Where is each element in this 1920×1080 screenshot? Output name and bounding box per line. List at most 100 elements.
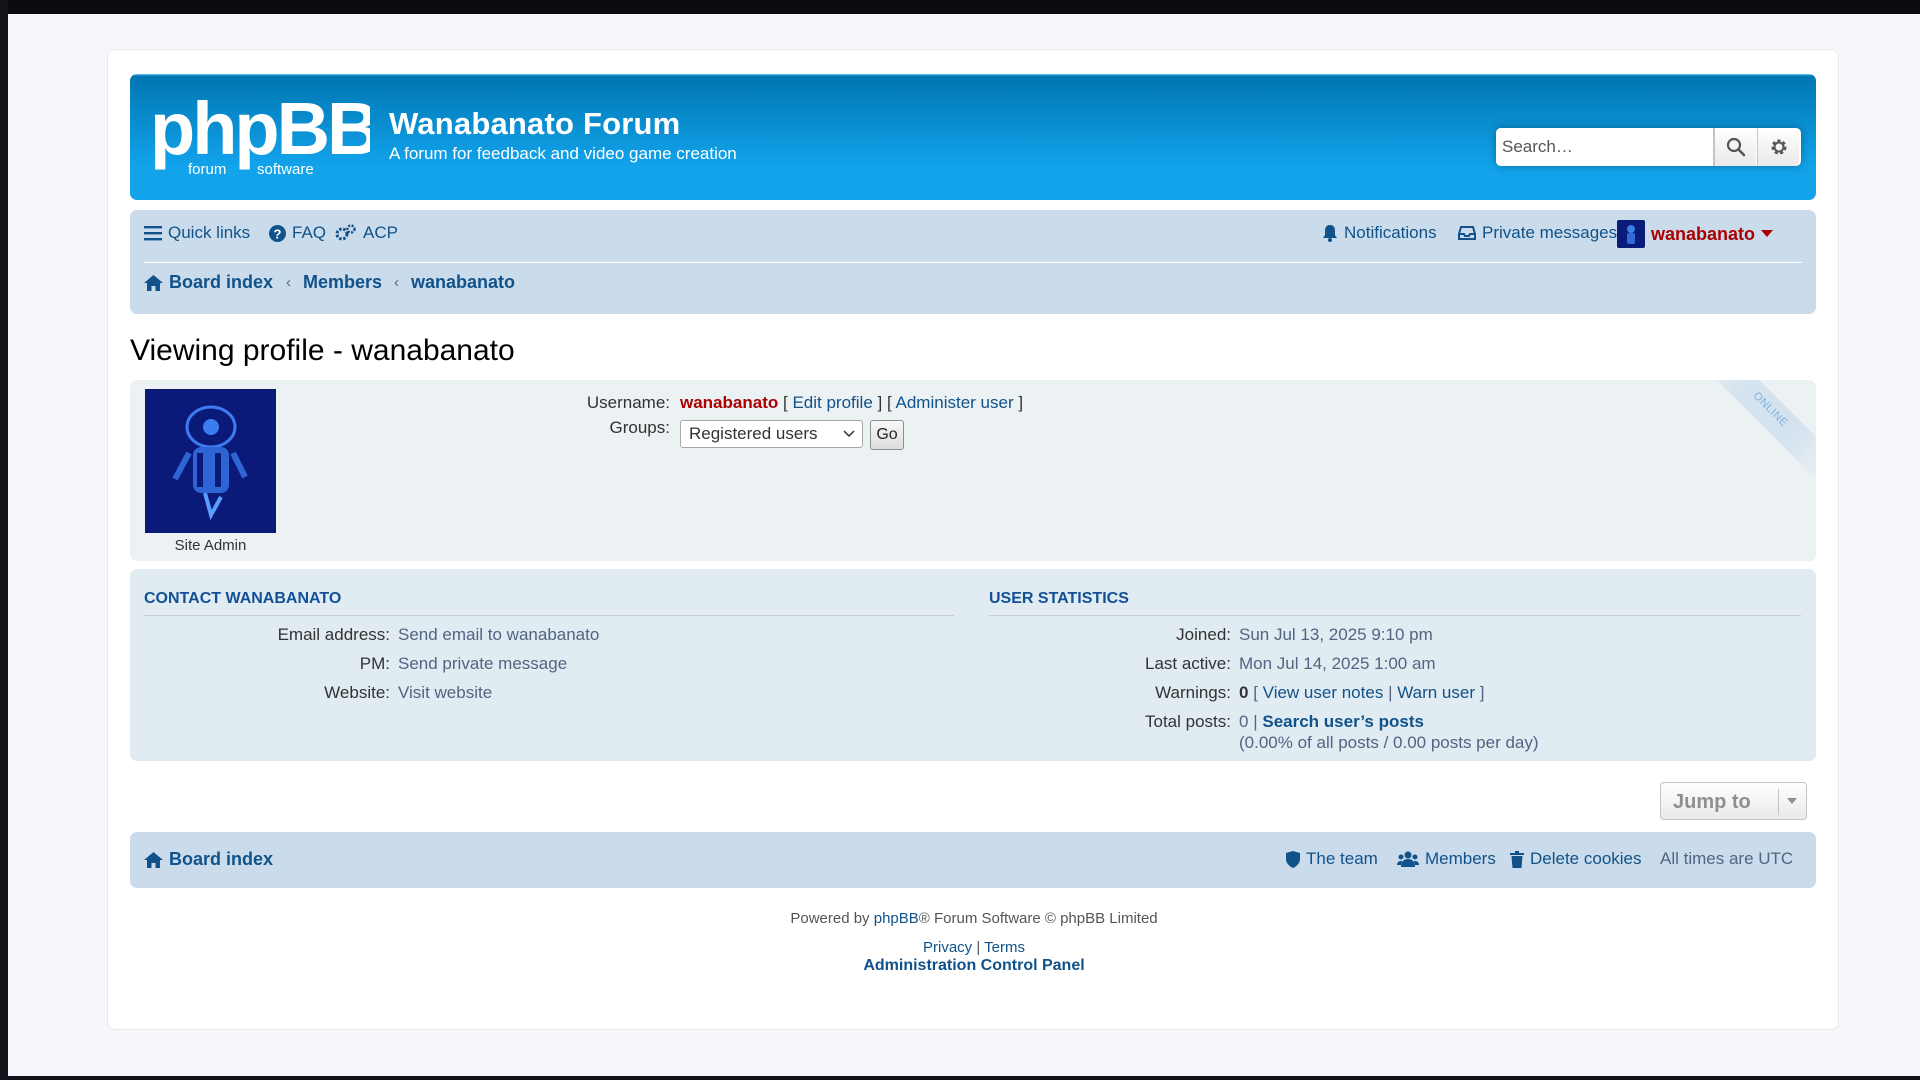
breadcrumb-separator-icon: ‹ bbox=[394, 274, 399, 291]
online-ribbon: ONLINE bbox=[1698, 380, 1816, 482]
send-pm-link[interactable]: Send private message bbox=[398, 654, 567, 674]
warn-user-link[interactable]: Warn user bbox=[1397, 683, 1475, 702]
warnings-label: Warnings: bbox=[1155, 683, 1231, 702]
terms-link[interactable]: Terms bbox=[984, 939, 1025, 956]
bracket-open: [ bbox=[886, 393, 892, 412]
warnings-row: 0 [ View user notes | Warn user ] bbox=[1239, 683, 1484, 703]
groups-selected-value: Registered users bbox=[689, 424, 818, 443]
breadcrumb-board-index[interactable]: Board index bbox=[144, 272, 273, 293]
last-active-value: Mon Jul 14, 2025 1:00 am bbox=[1239, 654, 1436, 673]
caret-down-icon bbox=[1787, 798, 1797, 804]
profile-username[interactable]: wanabanato bbox=[680, 393, 778, 412]
jump-to-divider bbox=[1778, 789, 1779, 815]
quick-links-button[interactable]: Quick links bbox=[144, 223, 250, 243]
contact-label: Website: bbox=[324, 683, 390, 702]
search-box bbox=[1496, 128, 1801, 166]
search-icon bbox=[1726, 137, 1745, 157]
screen-left-border bbox=[0, 0, 8, 1080]
caret-down-icon bbox=[1761, 230, 1774, 237]
warnings-count: 0 bbox=[1239, 683, 1249, 702]
bell-icon bbox=[1323, 225, 1337, 242]
visit-website-link[interactable]: Visit website bbox=[398, 683, 492, 703]
last-active-label: Last active: bbox=[1145, 654, 1231, 673]
avatar-figure-icon bbox=[1627, 225, 1635, 244]
contact-label: Email address: bbox=[277, 625, 390, 644]
copyright-line: Powered by phpBB® Forum Software © phpBB… bbox=[108, 910, 1840, 927]
gears-icon bbox=[335, 224, 356, 241]
quick-links-label: Quick links bbox=[168, 223, 251, 242]
jump-to-button[interactable]: Jump to bbox=[1660, 782, 1807, 820]
groups-go-button[interactable]: Go bbox=[870, 420, 904, 450]
page-title: Viewing profile - wanabanato bbox=[130, 334, 515, 367]
total-posts-row: 0 | Search user’s posts bbox=[1239, 712, 1424, 732]
bracket-open: [ bbox=[1253, 683, 1258, 702]
phpbb-logo[interactable]: phpBB forum software bbox=[150, 87, 381, 180]
breadcrumb-members[interactable]: Members bbox=[303, 272, 382, 293]
groups-select[interactable]: Registered users bbox=[680, 420, 863, 448]
site-title[interactable]: Wanabanato Forum bbox=[389, 106, 680, 142]
chevron-down-icon bbox=[843, 430, 855, 438]
send-email-link[interactable]: Send email to wanabanato bbox=[398, 625, 599, 645]
footer-board-index-label: Board index bbox=[169, 849, 274, 869]
posts-detail: (0.00% of all posts / 0.00 posts per day… bbox=[1239, 733, 1539, 752]
navbar-divider bbox=[144, 262, 1802, 263]
stats-heading: USER STATISTICS bbox=[989, 590, 1129, 607]
search-user-posts-link[interactable]: Search user’s posts bbox=[1262, 712, 1424, 731]
profile-avatar bbox=[145, 389, 276, 533]
administration-control-panel-link[interactable]: Administration Control Panel bbox=[108, 957, 1840, 975]
groups-label-text: Groups: bbox=[609, 418, 670, 437]
search-button[interactable] bbox=[1714, 128, 1756, 166]
view-user-notes-link[interactable]: View user notes bbox=[1263, 683, 1384, 702]
search-input[interactable] bbox=[1496, 128, 1714, 166]
faq-label: FAQ bbox=[292, 223, 327, 242]
users-icon bbox=[1397, 851, 1419, 867]
faq-link[interactable]: ? FAQ bbox=[269, 223, 326, 243]
contact-heading-divider bbox=[144, 615, 954, 616]
privacy-link[interactable]: Privacy bbox=[923, 939, 972, 956]
shield-icon bbox=[1286, 850, 1300, 868]
advanced-search-button[interactable] bbox=[1757, 128, 1799, 166]
jump-to-label: Jump to bbox=[1673, 791, 1751, 813]
notifications-label: Notifications bbox=[1344, 223, 1437, 242]
user-avatar-small bbox=[1617, 220, 1645, 248]
breadcrumb-user[interactable]: wanabanato bbox=[411, 272, 515, 293]
nav-username: wanabanato bbox=[1651, 223, 1756, 244]
online-label: ONLINE bbox=[1750, 389, 1791, 430]
site-description: A forum for feedback and video game crea… bbox=[389, 144, 737, 163]
page-background: phpBB forum software Wanabanato Forum A … bbox=[8, 14, 1920, 1076]
the-team-link[interactable]: The team bbox=[1286, 849, 1378, 869]
separator: | bbox=[1253, 712, 1258, 731]
details-panel: CONTACT WANABANATO Email address: Send e… bbox=[130, 569, 1816, 761]
delete-cookies-link[interactable]: Delete cookies bbox=[1510, 849, 1642, 869]
phpbb-link[interactable]: phpBB bbox=[874, 910, 919, 927]
navbar: Quick links ? FAQ ACP Notifications Priv… bbox=[130, 210, 1816, 314]
private-messages-link[interactable]: Private messages bbox=[1458, 223, 1617, 243]
inbox-icon bbox=[1458, 226, 1476, 240]
acp-link[interactable]: ACP bbox=[335, 223, 398, 243]
total-posts-count: 0 bbox=[1239, 712, 1249, 731]
footer-navbar: Board index The team Members Delete cook… bbox=[130, 832, 1816, 888]
members-label: Members bbox=[1425, 849, 1496, 868]
bracket-close: ] bbox=[877, 393, 883, 412]
policy-links: Privacy | Terms bbox=[108, 939, 1840, 956]
bracket-open: [ bbox=[782, 393, 788, 412]
edit-profile-link[interactable]: Edit profile bbox=[792, 393, 872, 412]
svg-text:?: ? bbox=[274, 226, 282, 241]
logo-wordmark: phpBB bbox=[150, 90, 370, 170]
acp-label: ACP bbox=[363, 223, 398, 242]
trash-icon bbox=[1510, 850, 1524, 868]
contact-label: PM: bbox=[359, 654, 390, 673]
username-label: Username: bbox=[585, 393, 670, 413]
home-icon bbox=[144, 851, 163, 868]
notifications-link[interactable]: Notifications bbox=[1322, 223, 1437, 243]
profile-panel: Site Admin Username: wanabanato [ Edit p… bbox=[130, 380, 1816, 561]
screen-bottom-border bbox=[0, 1076, 1920, 1080]
hamburger-icon bbox=[144, 226, 162, 241]
joined-value: Sun Jul 13, 2025 9:10 pm bbox=[1239, 625, 1433, 644]
powered-by-text: Powered by bbox=[790, 910, 870, 927]
administer-user-link[interactable]: Administer user bbox=[896, 393, 1014, 412]
logo-sub-software: software bbox=[257, 161, 314, 178]
members-link[interactable]: Members bbox=[1397, 849, 1496, 869]
footer-board-index-link[interactable]: Board index bbox=[144, 849, 273, 870]
user-menu[interactable]: wanabanato bbox=[1617, 220, 1774, 248]
